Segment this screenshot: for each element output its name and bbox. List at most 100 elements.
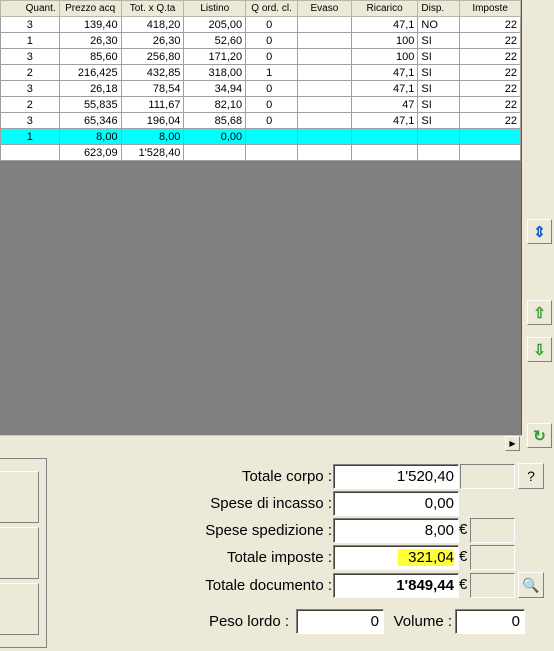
cell-quant[interactable]: 2 [0, 96, 60, 113]
cell-disp[interactable]: NO [417, 16, 461, 33]
totale-documento-field[interactable]: 1'849,44 [333, 573, 459, 598]
scroll-right-icon[interactable]: ▶ [505, 436, 520, 451]
spese-spedizione-field[interactable]: 8,00 [333, 518, 459, 543]
cell-prezzo[interactable]: 26,30 [58, 32, 122, 49]
cell-disp[interactable]: SI [417, 96, 461, 113]
panel-button-2[interactable] [0, 527, 39, 579]
cell-ricarico[interactable]: 100 [350, 32, 419, 49]
cell-listino[interactable]: 318,00 [183, 64, 247, 81]
cell-ricarico[interactable]: 47,1 [350, 16, 419, 33]
cell-qord[interactable] [245, 128, 299, 145]
cell-disp[interactable]: SI [417, 112, 461, 129]
cell-quant[interactable]: 3 [0, 16, 60, 33]
cell-listino[interactable]: 34,94 [183, 80, 247, 97]
cell-quant[interactable]: 3 [0, 80, 60, 97]
refresh-button[interactable]: ↻ [527, 423, 552, 448]
cell-prezzo[interactable]: 26,18 [58, 80, 122, 97]
cell-tot[interactable]: 256,80 [120, 48, 185, 65]
col-header-listino[interactable]: Listino [183, 0, 247, 17]
totale-imposte-field[interactable]: 321,04 [333, 545, 459, 570]
cell-ricarico[interactable]: 47,1 [350, 112, 419, 129]
cell-imposte[interactable]: 22 [459, 80, 521, 97]
cell-ricarico[interactable] [350, 128, 419, 145]
cell-ricarico[interactable]: 47,1 [350, 64, 419, 81]
cell-prezzo[interactable]: 65,346 [58, 112, 122, 129]
cell-quant[interactable]: 1 [0, 32, 60, 49]
cell-disp[interactable]: SI [417, 80, 461, 97]
move-down-button[interactable]: ⇩ [527, 337, 552, 362]
col-header-evaso[interactable]: Evaso [297, 0, 352, 17]
sort-button[interactable]: ⇕ [527, 219, 552, 244]
items-grid[interactable]: Quant. Prezzo acq Tot. x Q.ta Listino Q … [0, 0, 522, 451]
table-row[interactable]: 3 65,346 196,04 85,68 0 47,1 SI 22 [0, 112, 521, 129]
cell-evaso[interactable] [297, 112, 352, 129]
horizontal-scrollbar[interactable]: ▶ [0, 435, 522, 451]
cell-qord[interactable]: 0 [245, 32, 299, 49]
cell-evaso[interactable] [297, 16, 352, 33]
cell-disp[interactable]: SI [417, 48, 461, 65]
cell-imposte[interactable] [459, 128, 521, 145]
spese-incasso-field[interactable]: 0,00 [333, 491, 459, 516]
cell-quant[interactable]: 2 [0, 64, 60, 81]
cell-evaso[interactable] [297, 48, 352, 65]
cell-prezzo[interactable]: 8,00 [58, 128, 122, 145]
panel-button-1[interactable] [0, 471, 39, 523]
cell-ricarico[interactable]: 47 [350, 96, 419, 113]
cell-disp[interactable]: SI [417, 32, 461, 49]
cell-tot[interactable]: 196,04 [120, 112, 185, 129]
cell-prezzo[interactable]: 139,40 [58, 16, 122, 33]
cell-listino[interactable]: 82,10 [183, 96, 247, 113]
cell-listino[interactable]: 85,68 [183, 112, 247, 129]
cell-tot[interactable]: 432,85 [120, 64, 185, 81]
volume-field[interactable]: 0 [455, 609, 525, 634]
cell-listino[interactable]: 171,20 [183, 48, 247, 65]
cell-imposte[interactable]: 22 [459, 48, 521, 65]
col-header-quant[interactable]: Quant. [0, 0, 60, 17]
cell-evaso[interactable] [297, 128, 352, 145]
cell-disp[interactable]: SI [417, 64, 461, 81]
cell-disp[interactable] [417, 128, 461, 145]
table-row[interactable]: 2 55,835 111,67 82,10 0 47 SI 22 [0, 96, 521, 113]
cell-prezzo[interactable]: 216,425 [58, 64, 122, 81]
table-row[interactable]: 3 139,40 418,20 205,00 0 47,1 NO 22 [0, 16, 521, 33]
table-row[interactable]: 1 8,00 8,00 0,00 [0, 128, 521, 145]
cell-tot[interactable]: 111,67 [120, 96, 185, 113]
zoom-button[interactable]: 🔍 [518, 572, 544, 598]
cell-listino[interactable]: 205,00 [183, 16, 247, 33]
cell-listino[interactable]: 52,60 [183, 32, 247, 49]
cell-evaso[interactable] [297, 96, 352, 113]
cell-listino[interactable]: 0,00 [183, 128, 247, 145]
cell-prezzo[interactable]: 55,835 [58, 96, 122, 113]
cell-quant[interactable]: 3 [0, 48, 60, 65]
help-button[interactable]: ? [518, 463, 544, 489]
cell-imposte[interactable]: 22 [459, 32, 521, 49]
col-header-ricarico[interactable]: Ricarico [350, 0, 419, 17]
cell-quant[interactable]: 3 [0, 112, 60, 129]
cell-tot[interactable]: 8,00 [120, 128, 185, 145]
peso-lordo-field[interactable]: 0 [296, 609, 384, 634]
panel-button-3[interactable] [0, 583, 39, 635]
col-header-tot-qta[interactable]: Tot. x Q.ta [120, 0, 185, 17]
cell-evaso[interactable] [297, 64, 352, 81]
cell-ricarico[interactable]: 47,1 [350, 80, 419, 97]
col-header-prezzo-acq[interactable]: Prezzo acq [58, 0, 122, 17]
cell-qord[interactable]: 0 [245, 16, 299, 33]
col-header-imposte[interactable]: Imposte [459, 0, 521, 17]
cell-qord[interactable]: 1 [245, 64, 299, 81]
cell-imposte[interactable]: 22 [459, 64, 521, 81]
cell-qord[interactable]: 0 [245, 80, 299, 97]
col-header-disp[interactable]: Disp. [417, 0, 461, 17]
cell-qord[interactable]: 0 [245, 112, 299, 129]
cell-prezzo[interactable]: 85,60 [58, 48, 122, 65]
cell-quant[interactable]: 1 [0, 128, 60, 145]
cell-evaso[interactable] [297, 80, 352, 97]
totale-corpo-field[interactable]: 1'520,40 [333, 464, 459, 489]
cell-qord[interactable]: 0 [245, 96, 299, 113]
cell-evaso[interactable] [297, 32, 352, 49]
table-row[interactable]: 3 85,60 256,80 171,20 0 100 SI 22 [0, 48, 521, 65]
cell-tot[interactable]: 78,54 [120, 80, 185, 97]
table-row[interactable]: 1 26,30 26,30 52,60 0 100 SI 22 [0, 32, 521, 49]
cell-tot[interactable]: 418,20 [120, 16, 185, 33]
cell-imposte[interactable]: 22 [459, 16, 521, 33]
table-row[interactable]: 3 26,18 78,54 34,94 0 47,1 SI 22 [0, 80, 521, 97]
